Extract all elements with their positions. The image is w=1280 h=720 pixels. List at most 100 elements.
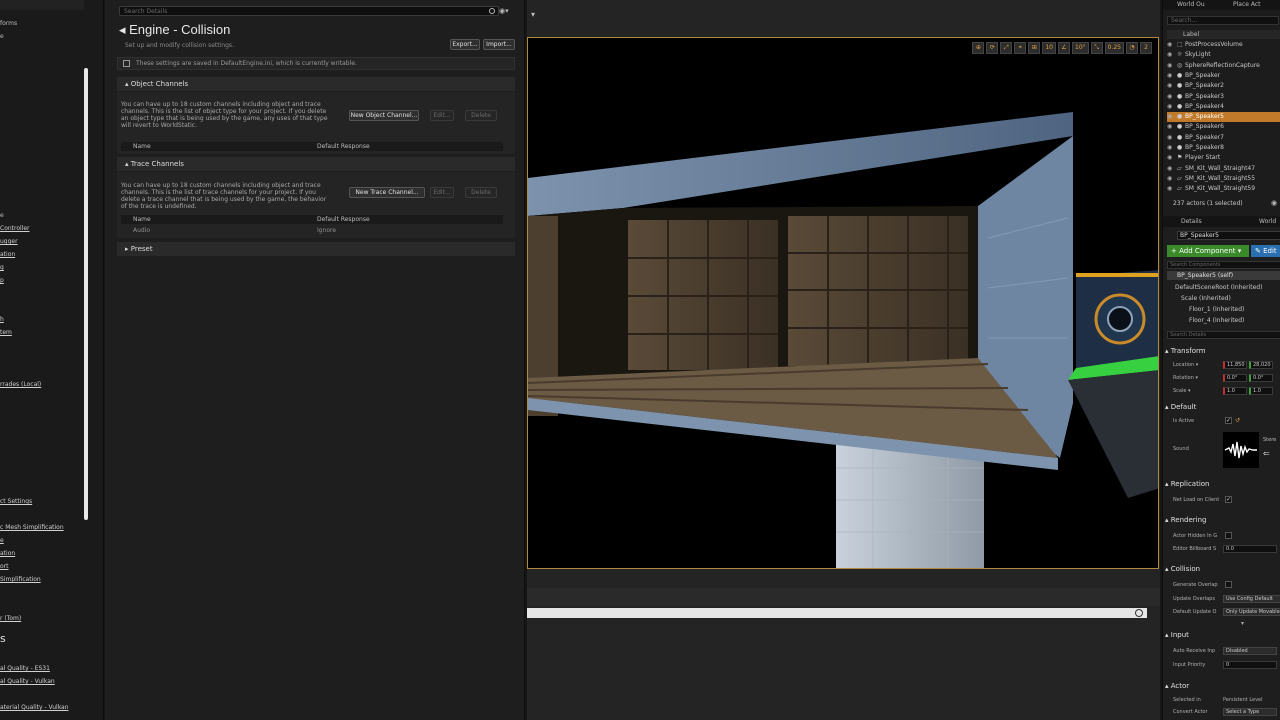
nav-item[interactable]: e (0, 212, 4, 219)
nav-item[interactable]: ation (0, 550, 15, 557)
viewport-toolbar-button[interactable]: 10 (1042, 42, 1056, 54)
visibility-eye-icon[interactable]: ◉ (1167, 61, 1177, 71)
visibility-eye-icon[interactable]: ◉ (1167, 122, 1177, 132)
outliner-row[interactable]: ◉ ● BP_Speaker4 (1167, 102, 1280, 112)
nav-item[interactable]: al Quality - ES31 (0, 665, 50, 672)
viewport-scene[interactable]: ⊕ ⟳ ⤢ ⌖ ⊞ 10 ∠ 10° ⤡ 0.25 ◔ 2 (527, 37, 1159, 569)
delete-trace-channel-button[interactable]: Delete (465, 187, 497, 198)
component-self-row[interactable]: BP_Speaker5 (self) (1167, 271, 1280, 280)
rotation-x-field[interactable]: 0.0° (1223, 374, 1247, 382)
auto-receive-dropdown[interactable]: Disabled (1223, 647, 1277, 655)
visibility-eye-icon[interactable]: ◉ (1167, 71, 1177, 81)
default-update-dropdown[interactable]: Only Update Movable (1223, 608, 1280, 616)
visibility-eye-icon[interactable]: ◉ (1167, 50, 1177, 60)
outliner-row[interactable]: ◉ ● BP_Speaker (1167, 71, 1280, 81)
details-search-input[interactable]: Search Details (119, 6, 499, 16)
component-row[interactable]: Scale (Inherited) (1181, 295, 1231, 302)
input-priority-field[interactable]: 0 (1223, 661, 1277, 669)
outliner-search-input[interactable]: Search... (1167, 16, 1279, 25)
visibility-eye-icon[interactable]: ◉ (1167, 184, 1177, 194)
rotation-label[interactable]: Rotation ▾ (1173, 375, 1198, 381)
preset-header[interactable]: ▸ Preset (117, 242, 515, 256)
viewport-toolbar-button[interactable]: 10° (1072, 42, 1089, 54)
add-component-button[interactable]: + Add Component ▾ (1167, 245, 1249, 257)
view-options-icon[interactable]: ◉ (1271, 199, 1277, 207)
outliner-row[interactable]: ◉ ● BP_Speaker7 (1167, 133, 1280, 143)
rotation-y-field[interactable]: 0.0° (1249, 374, 1273, 382)
edit-trace-channel-button[interactable]: Edit... (430, 187, 454, 198)
tab-world-outliner[interactable]: World Ou (1177, 1, 1205, 8)
nav-scrollbar[interactable] (84, 68, 88, 520)
nav-item[interactable]: p (0, 277, 4, 284)
trace-channels-header[interactable]: ▴ Trace Channels (117, 157, 515, 171)
viewport-menu-icon[interactable]: ▾ (531, 10, 535, 19)
nav-item[interactable]: h (0, 316, 4, 323)
viewport-toolbar-button[interactable]: ⤢ (1000, 42, 1013, 54)
component-row[interactable]: DefaultSceneRoot (Inherited) (1175, 284, 1262, 291)
viewport-toolbar-button[interactable]: ⊞ (1028, 42, 1041, 54)
outliner-row[interactable]: ◉ ● BP_Speaker3 (1167, 92, 1280, 102)
delete-object-channel-button[interactable]: Delete (465, 110, 497, 121)
viewport-toolbar-button[interactable]: ⊕ (972, 42, 985, 54)
expand-advanced-icon[interactable]: ▾ (1241, 620, 1244, 627)
outliner-row[interactable]: ◉ ▱ SM_Kit_Wall_Straight55 (1167, 174, 1280, 184)
generate-overlap-checkbox[interactable] (1225, 581, 1232, 588)
viewport-toolbar-button[interactable]: ◔ (1126, 42, 1138, 54)
search-details-input[interactable]: Search Details (1167, 331, 1280, 339)
default-category[interactable]: ▴ Default (1165, 403, 1196, 411)
content-search-bar[interactable] (527, 608, 1147, 618)
viewport-toolbar-button[interactable]: 2 (1140, 42, 1152, 54)
new-object-channel-button[interactable]: New Object Channel... (349, 110, 419, 121)
outliner-row[interactable]: ◉ ● BP_Speaker6 (1167, 122, 1280, 132)
location-y-field[interactable]: 28,020 (1249, 361, 1273, 369)
viewport-toolbar-button[interactable]: ⟳ (986, 42, 999, 54)
reset-icon[interactable]: ↺ (1235, 417, 1240, 424)
viewport-toolbar-button[interactable]: ⌖ (1014, 42, 1027, 54)
actor-name-field[interactable]: BP_Speaker5 (1177, 231, 1280, 240)
outliner-row[interactable]: ◉ ● BP_Speaker5 (1167, 112, 1280, 123)
location-label[interactable]: Location ▾ (1173, 362, 1198, 368)
nav-item[interactable]: ort (0, 563, 9, 570)
sound-thumbnail[interactable] (1223, 432, 1259, 468)
visibility-eye-icon[interactable]: ◉ (1167, 81, 1177, 91)
tab-details[interactable]: Details (1181, 218, 1202, 225)
replication-category[interactable]: ▴ Replication (1165, 480, 1210, 488)
nav-item[interactable]: aterial Quality - Vulkan (0, 704, 69, 711)
component-row[interactable]: Floor_4 (Inherited) (1189, 317, 1244, 324)
convert-actor-dropdown[interactable]: Select a Type (1223, 708, 1277, 716)
outliner-row[interactable]: ◉ ▱ SM_Kit_Wall_Straight59 (1167, 184, 1280, 194)
nav-item[interactable]: e (0, 33, 4, 40)
location-x-field[interactable]: 11,850 (1223, 361, 1247, 369)
edit-blueprint-button[interactable]: ✎ Edit (1251, 245, 1280, 257)
input-category[interactable]: ▴ Input (1165, 631, 1189, 639)
scale-y-field[interactable]: 1.0 (1249, 387, 1273, 395)
visibility-eye-icon[interactable]: ◉ (1167, 143, 1177, 153)
nav-item[interactable]: al Quality - Vulkan (0, 678, 55, 685)
nav-item[interactable]: ugger (0, 238, 18, 245)
billboard-scale-field[interactable]: 0.0 (1223, 545, 1277, 553)
level-viewport[interactable]: ▾ ⊕ ⟳ ⤢ ⌖ ⊞ 10 ∠ 10° ⤡ 0.25 ◔ 2 (527, 0, 1160, 720)
update-overlaps-dropdown[interactable]: Use Config Default (1223, 595, 1280, 603)
nav-item[interactable]: r (Tom) (0, 615, 21, 622)
new-trace-channel-button[interactable]: New Trace Channel... (349, 187, 425, 198)
nav-item[interactable]: Controller (0, 225, 30, 232)
net-load-checkbox[interactable]: ✓ (1225, 496, 1232, 503)
visibility-eye-icon[interactable]: ◉ (1167, 153, 1177, 163)
export-button[interactable]: Export... (450, 39, 480, 50)
edit-object-channel-button[interactable]: Edit... (430, 110, 454, 121)
outliner-row[interactable]: ◉ ▱ SM_Kit_Wall_Straight47 (1167, 164, 1280, 174)
outliner-row[interactable]: ◉ ⚑ Player Start (1167, 153, 1280, 163)
visibility-eye-icon[interactable]: ◉ (1167, 40, 1177, 50)
nav-item[interactable]: ct Settings (0, 498, 32, 505)
nav-item[interactable]: forms (0, 20, 17, 27)
visibility-eye-icon[interactable]: ◉ (1167, 92, 1177, 102)
search-components-input[interactable]: Search Components (1167, 261, 1280, 269)
import-button[interactable]: Import... (483, 39, 515, 50)
viewport-toolbar-button[interactable]: ⤡ (1090, 42, 1103, 54)
visibility-eye-icon[interactable]: ◉ (1167, 102, 1177, 112)
object-channels-header[interactable]: ▴ Object Channels (117, 77, 515, 91)
tab-world-settings[interactable]: World (1259, 218, 1276, 225)
viewport-toolbar-button[interactable]: ∠ (1058, 42, 1070, 54)
actor-hidden-checkbox[interactable] (1225, 532, 1232, 539)
outliner-row[interactable]: ◉ ● BP_Speaker2 (1167, 81, 1280, 91)
